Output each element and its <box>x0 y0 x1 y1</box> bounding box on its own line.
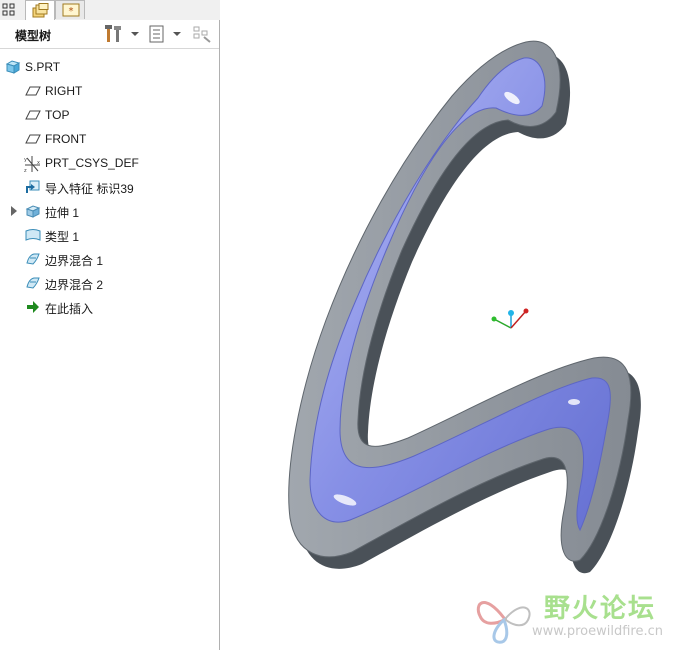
tree-item-part[interactable]: S.PRT <box>0 56 219 78</box>
model-tree-tab-icon[interactable] <box>2 3 16 17</box>
tree-item-style[interactable]: 类型 1 <box>0 224 219 246</box>
boundary-blend-icon <box>25 251 41 267</box>
settings-button[interactable] <box>104 24 142 44</box>
show-icon <box>148 25 166 46</box>
show-button[interactable] <box>148 24 184 44</box>
chevron-down-icon <box>131 32 139 36</box>
model-tree-header: 模型树 <box>0 20 219 49</box>
datum-plane-icon <box>25 107 41 123</box>
coordinate-system-icon: yz x <box>24 155 40 174</box>
tree-item-front[interactable]: FRONT <box>0 128 219 150</box>
svg-text:z: z <box>24 168 27 173</box>
expand-arrow-icon[interactable] <box>11 206 17 216</box>
tree-item-label: 边界混合 2 <box>45 278 104 292</box>
watermark-title: 野火论坛 <box>544 594 657 624</box>
tree-item-top[interactable]: TOP <box>0 104 219 126</box>
svg-text:x: x <box>37 160 40 166</box>
tree-item-label: 边界混合 1 <box>45 254 104 268</box>
svg-text:y: y <box>24 157 27 163</box>
chevron-down-icon <box>173 32 181 36</box>
tree-item-label: FRONT <box>45 132 87 146</box>
datum-plane-icon <box>25 131 41 147</box>
tab-favorites[interactable]: * <box>55 0 85 19</box>
tree-item-insert-here[interactable]: 在此插入 <box>0 296 219 318</box>
tree-item-import-feature[interactable]: 导入特征 标识39 <box>0 176 219 198</box>
insert-here-arrow-icon <box>26 299 42 315</box>
navigator-tab-strip: * <box>0 0 220 21</box>
tree-item-label: RIGHT <box>45 84 83 98</box>
tree-item-label: TOP <box>45 108 70 122</box>
tree-item-extrude[interactable]: 拉伸 1 <box>0 200 219 222</box>
import-feature-icon <box>25 179 41 195</box>
boundary-blend-icon <box>25 275 41 291</box>
filter-button[interactable] <box>192 24 214 44</box>
tree-item-boundary-blend-2[interactable]: 边界混合 2 <box>0 272 219 294</box>
tree-item-label: 拉伸 1 <box>45 206 80 220</box>
watermark-url: www.proewildfire.cn <box>532 624 663 639</box>
favorites-tab-icon: * <box>62 3 80 21</box>
tree-item-label: 导入特征 标识39 <box>45 182 134 196</box>
model-tree-panel: 模型树 S.PRT RIGHT TOP FRONT y z x PRT_CSYS… <box>0 20 220 650</box>
svg-text:*: * <box>69 6 74 17</box>
forum-watermark: 野火论坛 www.proewildfire.cn <box>474 586 684 648</box>
model-s-shape <box>288 40 641 574</box>
panel-title: 模型树 <box>15 29 52 43</box>
filter-icon <box>192 25 212 46</box>
graphics-viewport[interactable] <box>220 0 684 650</box>
extrude-icon <box>25 203 41 219</box>
tree-item-label: 类型 1 <box>45 230 80 244</box>
tab-layers[interactable] <box>25 0 55 20</box>
style-feature-icon <box>25 227 41 243</box>
tree-item-label: S.PRT <box>25 60 61 74</box>
tree-item-boundary-blend-1[interactable]: 边界混合 1 <box>0 248 219 270</box>
tree-item-right[interactable]: RIGHT <box>0 80 219 102</box>
settings-icon <box>104 24 128 47</box>
tree-item-label: PRT_CSYS_DEF <box>45 156 139 170</box>
tree-item-label: 在此插入 <box>45 302 94 316</box>
datum-plane-icon <box>25 83 41 99</box>
butterfly-logo-icon <box>476 601 531 644</box>
tree-item-csys[interactable]: yz x PRT_CSYS_DEF <box>0 152 219 174</box>
coordinate-triad-icon <box>491 308 529 329</box>
part-icon <box>5 59 21 75</box>
